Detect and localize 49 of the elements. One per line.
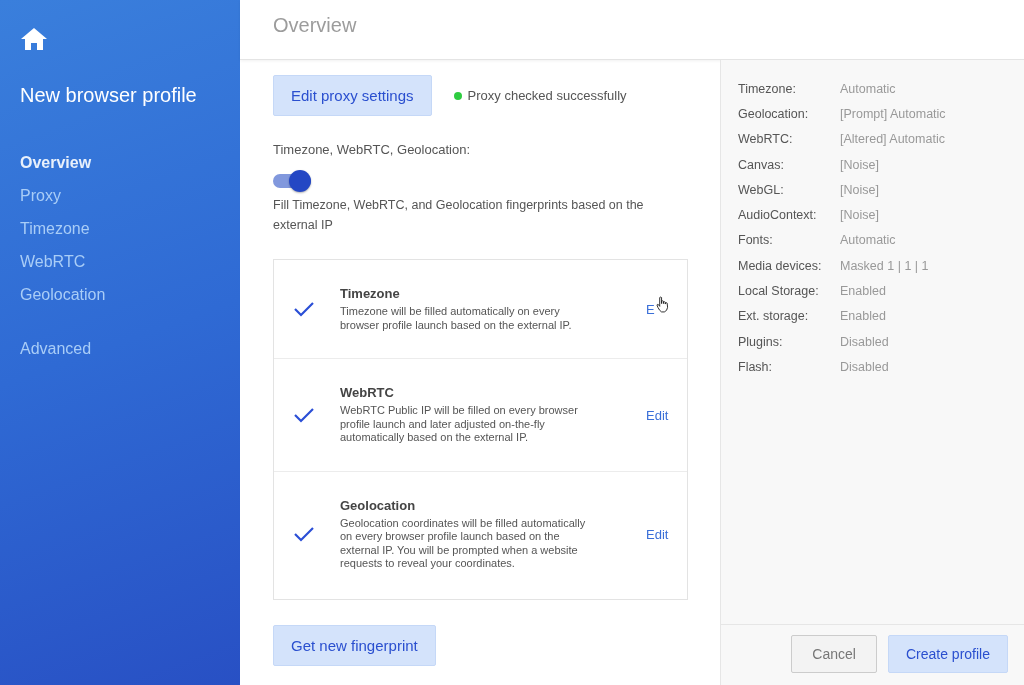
summary-label: Local Storage: bbox=[738, 284, 820, 298]
proxy-status: Proxy checked successfully bbox=[467, 88, 627, 103]
feature-title: WebRTC bbox=[340, 385, 395, 400]
summary-label: Fonts: bbox=[738, 233, 774, 248]
edit-link[interactable]: Edit bbox=[646, 527, 669, 542]
new-fingerprint-button[interactable]: Get new fingerprint bbox=[273, 624, 436, 666]
summary-value: Disabled bbox=[840, 359, 889, 374]
sidebar-item[interactable]: Geolocation bbox=[20, 283, 106, 306]
summary-value: Automatic bbox=[840, 81, 896, 96]
summary-label: WebRTC: bbox=[738, 132, 794, 147]
summary-label: Plugins: bbox=[738, 334, 784, 349]
feature-title: Geolocation bbox=[340, 497, 417, 513]
create-profile-button[interactable]: Create profile bbox=[887, 635, 1008, 673]
edit-link[interactable]: E bbox=[646, 302, 655, 317]
summary-label: AudioContext: bbox=[738, 208, 818, 223]
feature-title: Timezone bbox=[340, 286, 401, 301]
home-icon[interactable] bbox=[21, 28, 47, 50]
feature-description: Geolocation coordinates will be filled automatically on every browser profile launch based on the external IP. You will be prompted when a website requests to reveal your coordinates. bbox=[340, 516, 587, 571]
sidebar-item[interactable]: WebRTC bbox=[20, 250, 86, 273]
toggle-description: Fill Timezone, WebRTC, and Geolocation fingerprints based on the external IP bbox=[273, 197, 645, 234]
summary-label: Geolocation: bbox=[738, 106, 810, 121]
summary-value: [Prompt] Automatic bbox=[840, 106, 946, 121]
edit-link[interactable]: Edit bbox=[646, 407, 669, 423]
summary-label: Media devices: bbox=[738, 258, 823, 273]
summary-label: WebGL: bbox=[738, 182, 785, 197]
cancel-button[interactable]: Cancel bbox=[791, 635, 877, 673]
summary-value: [Noise] bbox=[840, 182, 879, 197]
sidebar-item[interactable]: Proxy bbox=[20, 184, 61, 207]
summary-value: Automatic bbox=[840, 233, 896, 248]
summary-value: [Noise] bbox=[840, 157, 879, 172]
sidebar-item[interactable]: Advanced bbox=[20, 337, 92, 360]
page-title: Overview bbox=[273, 14, 357, 36]
summary-value: [Noise] bbox=[840, 208, 879, 223]
edit-proxy-button[interactable]: Edit proxy settings bbox=[273, 75, 432, 116]
feature-description: Timezone will be filled automatically on every browser profile launch based on the external IP. bbox=[340, 305, 573, 332]
summary-value: Disabled bbox=[840, 334, 889, 349]
sidebar-item[interactable]: Overview bbox=[20, 151, 92, 174]
section-label: Timezone, WebRTC, Geolocation: bbox=[273, 142, 471, 157]
summary-label: Ext. storage: bbox=[738, 309, 810, 324]
feature-description: WebRTC Public IP will be filled on every browser profile launch and later adjusted on-the-fly automatically based on the external IP. bbox=[340, 404, 579, 445]
summary-value: Masked 1 | 1 | 1 bbox=[840, 258, 929, 273]
summary-value: Enabled bbox=[840, 284, 886, 298]
sidebar-title: New browser profile bbox=[20, 84, 198, 107]
summary-label: Timezone: bbox=[738, 81, 797, 96]
summary-label: Flash: bbox=[738, 359, 774, 374]
summary-value: Enabled bbox=[840, 309, 886, 324]
summary-value: [Altered] Automatic bbox=[840, 132, 945, 147]
summary-label: Canvas: bbox=[738, 157, 785, 172]
sidebar-item[interactable]: Timezone bbox=[20, 217, 90, 240]
